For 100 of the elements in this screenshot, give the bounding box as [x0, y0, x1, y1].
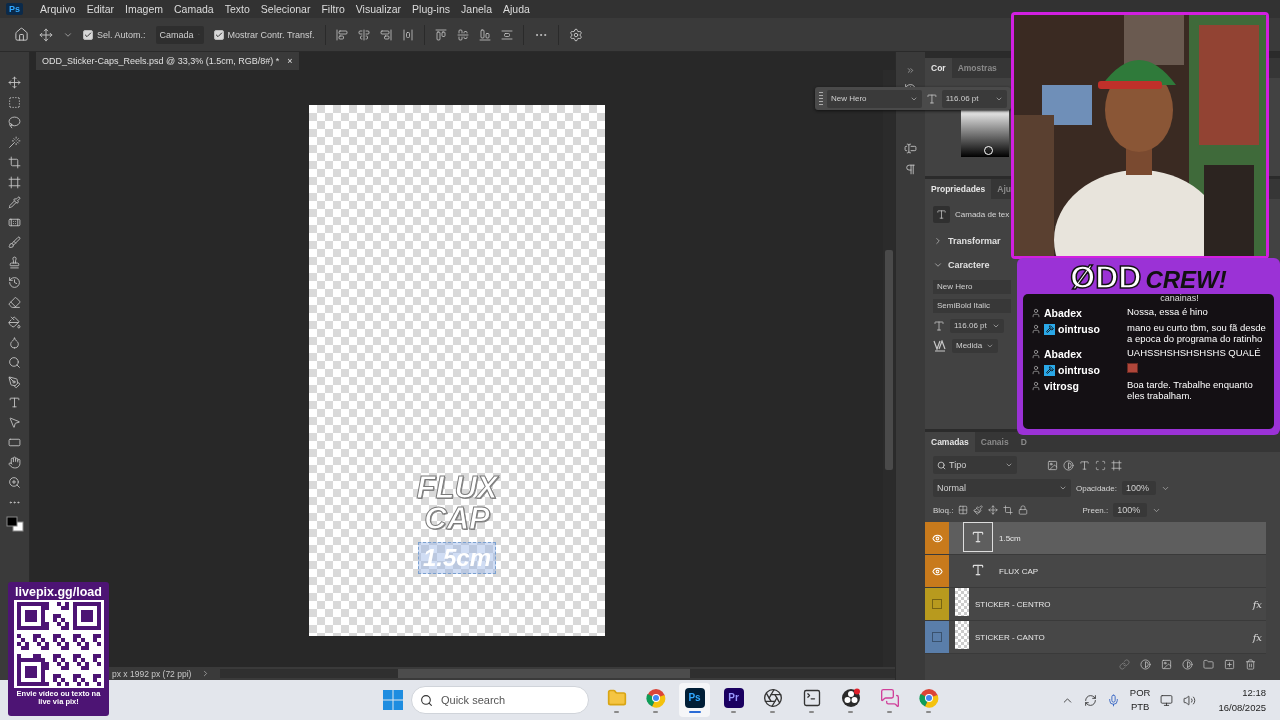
- menu-item[interactable]: Texto: [222, 3, 252, 15]
- type-filter-icon[interactable]: [1079, 459, 1090, 471]
- frame-icon[interactable]: [8, 176, 21, 189]
- filter-dropdown[interactable]: Tipo: [933, 456, 1017, 474]
- layer-name[interactable]: FLUX CAP: [999, 566, 1039, 576]
- document-tab[interactable]: ODD_Sticker-Caps_Reels.psd @ 33,3% (1.5cm, RGB/8#) * ×: [36, 52, 299, 70]
- align-middle-icon[interactable]: [456, 28, 469, 41]
- browser-icon[interactable]: [918, 687, 939, 708]
- aperture-icon[interactable]: [762, 687, 783, 708]
- pen-icon[interactable]: [8, 376, 21, 389]
- lock-paint-icon[interactable]: [973, 505, 984, 515]
- auto-select-checkbox[interactable]: Sel. Autom.:: [83, 29, 146, 40]
- effects-label[interactable]: fx: [1252, 588, 1266, 620]
- smart-filter-icon[interactable]: [1111, 459, 1122, 471]
- taskbar-app[interactable]: Pr: [718, 683, 749, 717]
- character-icon[interactable]: [904, 142, 917, 155]
- checkbox[interactable]: [83, 29, 93, 40]
- layer-row[interactable]: FLUX CAP: [925, 555, 1266, 588]
- panel-tab[interactable]: D: [1014, 432, 1033, 452]
- menu-item[interactable]: Visualizar: [353, 3, 404, 15]
- sync-icon[interactable]: [1083, 693, 1097, 707]
- visibility-toggle[interactable]: [932, 599, 942, 609]
- chat-app-icon[interactable]: [879, 687, 900, 708]
- paragraph-icon[interactable]: [904, 163, 917, 176]
- lock-icon[interactable]: [1018, 505, 1029, 515]
- hand-icon[interactable]: [8, 456, 21, 469]
- paint-bucket-icon[interactable]: [8, 316, 21, 329]
- trash-icon[interactable]: [1245, 658, 1256, 670]
- font-style-field[interactable]: SemiBold Italic: [933, 298, 1011, 313]
- layer-name[interactable]: 1.5cm: [999, 533, 1021, 543]
- panel-tab[interactable]: Amostras: [951, 58, 1003, 78]
- lock-pixels-icon[interactable]: [958, 505, 969, 515]
- pixel-filter-icon[interactable]: [1047, 459, 1058, 471]
- shape-filter-icon[interactable]: [1095, 459, 1106, 471]
- terminal-icon[interactable]: [801, 687, 822, 708]
- align-center-icon[interactable]: [357, 28, 370, 41]
- lock-artboard-icon[interactable]: [1003, 505, 1014, 515]
- move-tool-icon[interactable]: [8, 76, 21, 89]
- align-left-icon[interactable]: [335, 28, 348, 41]
- home-icon[interactable]: [14, 27, 29, 42]
- collapse-icon[interactable]: [906, 66, 915, 75]
- align-bottom-icon[interactable]: [478, 28, 491, 41]
- menu-item[interactable]: Editar: [84, 3, 117, 15]
- crop-icon[interactable]: [8, 156, 21, 169]
- language-indicator[interactable]: POR PTB: [1129, 686, 1151, 714]
- chevron-icon[interactable]: [933, 236, 943, 246]
- horizontal-scrollbar[interactable]: [220, 669, 895, 678]
- target-dropdown[interactable]: Camada: [155, 25, 204, 44]
- photoshop-icon[interactable]: Ps: [684, 687, 705, 708]
- pointer-icon[interactable]: [8, 416, 21, 429]
- adjustment-icon[interactable]: [1182, 658, 1193, 670]
- new-layer-icon[interactable]: [1224, 658, 1235, 670]
- distribute-icon[interactable]: [401, 28, 414, 41]
- lock-position-icon[interactable]: [988, 505, 999, 515]
- panel-tab[interactable]: Camadas: [925, 432, 975, 452]
- align-right-icon[interactable]: [379, 28, 392, 41]
- menu-item[interactable]: Janela: [459, 3, 494, 15]
- color-swatches-icon[interactable]: [5, 516, 24, 532]
- history-brush-icon[interactable]: [8, 276, 21, 289]
- browser-icon[interactable]: [645, 687, 666, 708]
- menu-item[interactable]: Ajuda: [501, 3, 532, 15]
- search-icon[interactable]: [8, 356, 21, 369]
- visibility-eye-icon[interactable]: [931, 532, 943, 544]
- link-icon[interactable]: [1119, 658, 1130, 670]
- clock[interactable]: 12:18 16/08/2025: [1218, 685, 1266, 715]
- marquee-icon[interactable]: [8, 96, 21, 109]
- effects-label[interactable]: fx: [1252, 621, 1266, 653]
- align-top-icon[interactable]: [434, 28, 447, 41]
- menu-item[interactable]: Camada: [172, 3, 216, 15]
- font-family-field[interactable]: New Hero: [933, 279, 1011, 294]
- start-icon[interactable]: [383, 690, 403, 710]
- visibility-eye-icon[interactable]: [931, 565, 943, 577]
- layer-name[interactable]: STICKER - CENTRO: [975, 599, 1051, 609]
- close-button[interactable]: ×: [287, 56, 293, 66]
- section-title[interactable]: Transformar: [948, 236, 1001, 246]
- panel-tab[interactable]: Canais: [974, 432, 1015, 452]
- magic-wand-icon[interactable]: [8, 136, 21, 149]
- adjustment-filter-icon[interactable]: [1063, 459, 1074, 471]
- tracking-dropdown[interactable]: Medida: [952, 338, 998, 353]
- droplet-icon[interactable]: [8, 336, 21, 349]
- settings-icon[interactable]: [568, 27, 583, 42]
- distribute-icon[interactable]: [500, 28, 513, 41]
- panel-tab[interactable]: Cor: [925, 58, 952, 78]
- app-logo[interactable]: Ps: [6, 3, 23, 15]
- checkbox[interactable]: [213, 29, 224, 40]
- search-field[interactable]: Quick search: [411, 686, 589, 714]
- panel-tab[interactable]: Aju: [991, 179, 1013, 199]
- font-dropdown[interactable]: New Hero: [826, 89, 922, 108]
- blend-mode-dropdown[interactable]: Normal: [933, 479, 1071, 497]
- opacity-field[interactable]: 100%: [1121, 481, 1156, 495]
- fill-field[interactable]: 100%: [1113, 503, 1148, 517]
- folder-icon[interactable]: [1203, 658, 1214, 670]
- color-picker[interactable]: [961, 110, 1009, 157]
- type-tool-icon[interactable]: [8, 396, 21, 409]
- lasso-icon[interactable]: [8, 116, 21, 129]
- font-size-dropdown[interactable]: 116.06 pt: [950, 318, 1004, 333]
- brush-icon[interactable]: [8, 236, 21, 249]
- layer-row[interactable]: 1.5cm: [925, 522, 1266, 555]
- microphone-icon[interactable]: [1106, 693, 1120, 707]
- bandage-icon[interactable]: [8, 216, 21, 229]
